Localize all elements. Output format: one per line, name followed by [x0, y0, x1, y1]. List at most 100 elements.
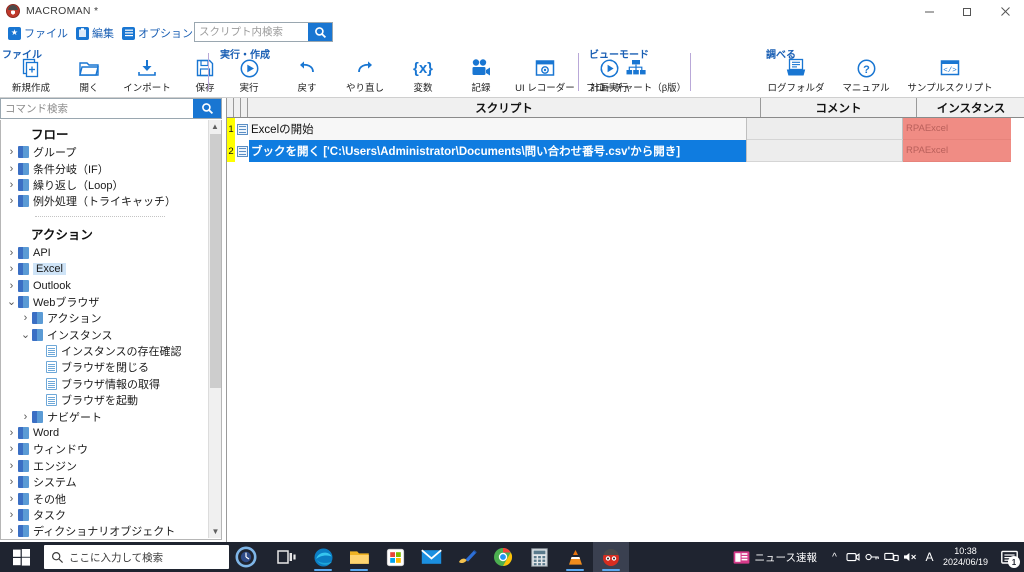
- tree-item[interactable]: › Excel: [1, 261, 209, 277]
- column-header-script[interactable]: スクリプト: [248, 98, 761, 117]
- menu-item-edit[interactable]: 編集: [76, 25, 114, 41]
- tree-item[interactable]: インスタンスの存在確認: [1, 343, 209, 359]
- chevron-right-icon[interactable]: ›: [5, 195, 18, 207]
- tree-item[interactable]: › タスク: [1, 507, 209, 523]
- tray-chevron-up-icon[interactable]: ^: [825, 542, 844, 572]
- vlc-icon[interactable]: [557, 542, 593, 572]
- key-icon[interactable]: [863, 542, 882, 572]
- open-file-button[interactable]: 開く: [60, 57, 118, 94]
- scroll-down-arrow-icon[interactable]: ▼: [209, 525, 221, 538]
- news-widget[interactable]: ニュース速報: [733, 550, 817, 565]
- tree-item[interactable]: › グループ: [1, 144, 209, 160]
- menu-item-file[interactable]: ★ ファイル: [8, 25, 68, 41]
- column-header-instance[interactable]: インスタンス: [917, 98, 1024, 117]
- script-row[interactable]: 1 Excelの開始 RPAExcel: [227, 118, 1024, 140]
- maximize-button[interactable]: [948, 0, 986, 22]
- file-explorer-icon[interactable]: [341, 542, 377, 572]
- command-search-input[interactable]: [1, 101, 193, 116]
- column-header-comment[interactable]: コメント: [761, 98, 917, 117]
- tree-item[interactable]: › Word: [1, 425, 209, 441]
- taskbar-search-box[interactable]: ここに入力して検索: [44, 545, 229, 569]
- script-search-button[interactable]: [308, 23, 332, 41]
- tree-item[interactable]: ⌄ Webブラウザ: [1, 294, 209, 310]
- tree-item[interactable]: › ウィンドウ: [1, 441, 209, 457]
- clock[interactable]: 10:38 2024/06/19: [943, 546, 988, 568]
- chevron-right-icon[interactable]: ›: [5, 146, 18, 158]
- script-cell[interactable]: ブックを開く ['C:\Users\Administrator\Document…: [249, 140, 747, 162]
- command-search-button[interactable]: [193, 99, 221, 118]
- sample-script-button[interactable]: </> サンプルスクリプト: [900, 57, 1000, 94]
- network-icon[interactable]: [882, 542, 901, 572]
- comment-cell[interactable]: [747, 140, 903, 162]
- close-button[interactable]: [986, 0, 1024, 22]
- tree-item[interactable]: › ナビゲート: [1, 408, 209, 424]
- chevron-right-icon[interactable]: ›: [5, 476, 18, 488]
- mail-icon[interactable]: [413, 542, 449, 572]
- chevron-right-icon[interactable]: ›: [5, 509, 18, 521]
- script-row[interactable]: 2 ブックを開く ['C:\Users\Administrator\Documen…: [227, 140, 1024, 162]
- script-search-input[interactable]: [195, 25, 308, 39]
- tree-item[interactable]: ブラウザを閉じる: [1, 359, 209, 375]
- chevron-right-icon[interactable]: ›: [5, 163, 18, 175]
- tree-item[interactable]: › 条件分岐（IF）: [1, 160, 209, 176]
- log-folder-button[interactable]: ログフォルダ: [760, 57, 832, 94]
- macroman-icon[interactable]: [593, 542, 629, 572]
- tree-item[interactable]: ⌄ インスタンス: [1, 327, 209, 343]
- tree-item[interactable]: › アクション: [1, 310, 209, 326]
- microsoft-store-icon[interactable]: [377, 542, 413, 572]
- start-button[interactable]: [0, 542, 42, 572]
- run-button[interactable]: 実行: [220, 57, 278, 94]
- chevron-right-icon[interactable]: ›: [5, 427, 18, 439]
- task-view-icon[interactable]: [269, 542, 305, 572]
- chevron-right-icon[interactable]: ›: [5, 263, 18, 275]
- chevron-right-icon[interactable]: ›: [19, 312, 32, 324]
- tree-item[interactable]: › エンジン: [1, 458, 209, 474]
- cortana-button[interactable]: [229, 542, 263, 572]
- minimize-button[interactable]: [910, 0, 948, 22]
- tree-item[interactable]: › 繰り返し（Loop）: [1, 177, 209, 193]
- tree-item[interactable]: › API: [1, 245, 209, 261]
- ui-recorder-button[interactable]: UI レコーダー: [510, 57, 580, 94]
- tree-item[interactable]: › 例外処理（トライキャッチ）: [1, 193, 209, 209]
- scrollbar-thumb[interactable]: [210, 134, 221, 388]
- chevron-right-icon[interactable]: ›: [19, 411, 32, 423]
- tree-item[interactable]: ブラウザを起動: [1, 392, 209, 408]
- paint-icon[interactable]: [449, 542, 485, 572]
- comment-cell[interactable]: [747, 118, 903, 140]
- chevron-right-icon[interactable]: ›: [5, 443, 18, 455]
- command-tree[interactable]: フロー › グループ › 条件分岐（IF） › 繰り返し（Loop） › 例外処理（トライキャッ…: [0, 120, 222, 540]
- variables-button[interactable]: {x} 変数: [394, 57, 452, 95]
- webcam-icon[interactable]: [844, 542, 863, 572]
- redo-button[interactable]: やり直し: [336, 57, 394, 94]
- chevron-right-icon[interactable]: ›: [5, 247, 18, 259]
- undo-button[interactable]: 戻す: [278, 57, 336, 94]
- instance-cell[interactable]: RPAExcel: [903, 118, 1011, 140]
- instance-cell[interactable]: RPAExcel: [903, 140, 1011, 162]
- calculator-icon[interactable]: [521, 542, 557, 572]
- tree-item[interactable]: › その他: [1, 490, 209, 506]
- chevron-right-icon[interactable]: ›: [5, 460, 18, 472]
- edge-icon[interactable]: [305, 542, 341, 572]
- script-search-box[interactable]: [194, 22, 333, 42]
- flowchart-button[interactable]: フローチャート（β版）: [586, 57, 686, 94]
- ime-a-icon[interactable]: A: [920, 542, 939, 572]
- scroll-up-arrow-icon[interactable]: ▲: [209, 120, 221, 133]
- chrome-icon[interactable]: [485, 542, 521, 572]
- sidebar-scrollbar[interactable]: ▲ ▼: [208, 120, 221, 538]
- tree-item[interactable]: › Outlook: [1, 277, 209, 293]
- volume-mute-icon[interactable]: [901, 542, 920, 572]
- chevron-right-icon[interactable]: ›: [5, 179, 18, 191]
- script-cell[interactable]: Excelの開始: [249, 118, 747, 140]
- import-button[interactable]: インポート: [118, 57, 176, 94]
- command-search-box[interactable]: [0, 98, 222, 119]
- chevron-right-icon[interactable]: ›: [5, 525, 18, 537]
- tree-item[interactable]: › システム: [1, 474, 209, 490]
- record-button[interactable]: 記録: [452, 57, 510, 94]
- tree-item[interactable]: ブラウザ情報の取得: [1, 376, 209, 392]
- manual-button[interactable]: ? マニュアル: [832, 57, 900, 94]
- action-center-button[interactable]: 1: [994, 542, 1024, 572]
- chevron-right-icon[interactable]: ›: [5, 493, 18, 505]
- menu-item-options[interactable]: オプション: [122, 25, 193, 41]
- tree-item[interactable]: › ディクショナリオブジェクト: [1, 523, 209, 539]
- chevron-down-icon[interactable]: ⌄: [5, 295, 18, 308]
